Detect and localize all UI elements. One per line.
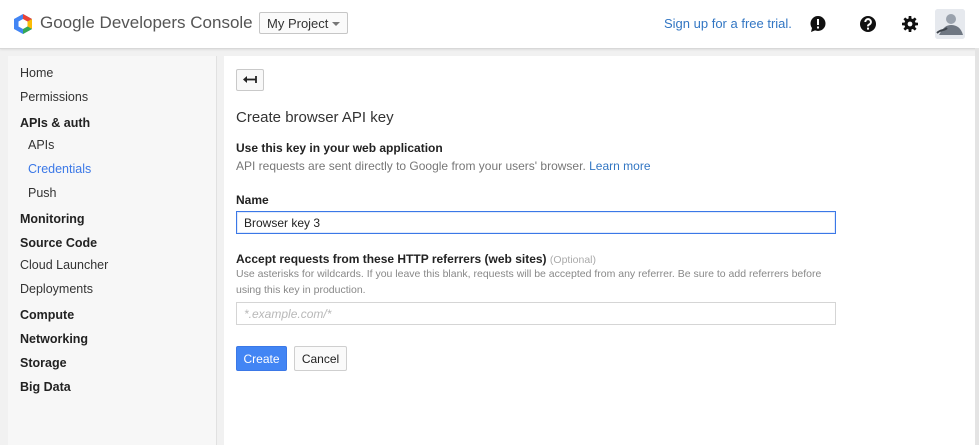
sidebar-item-permissions[interactable]: Permissions bbox=[20, 90, 88, 104]
sidebar-item-storage[interactable]: Storage bbox=[20, 356, 67, 370]
avatar-image-icon bbox=[935, 9, 965, 39]
section-description-text: API requests are sent directly to Google… bbox=[236, 159, 586, 173]
sidebar-item-home[interactable]: Home bbox=[20, 66, 53, 80]
sidebar-item-apis[interactable]: APIs bbox=[28, 138, 54, 152]
sidebar-item-apis-auth[interactable]: APIs & auth bbox=[20, 116, 90, 130]
top-header: Google Developers Console My Project Sig… bbox=[0, 0, 979, 49]
optional-tag: (Optional) bbox=[549, 254, 597, 266]
sidebar-item-credentials[interactable]: Credentials bbox=[28, 162, 91, 176]
sidebar-item-deployments[interactable]: Deployments bbox=[20, 282, 93, 296]
sidebar-item-source-code[interactable]: Source Code bbox=[20, 236, 97, 250]
create-button[interactable]: Create bbox=[236, 346, 287, 371]
settings-gear-icon[interactable] bbox=[901, 15, 919, 33]
sidebar-item-big-data[interactable]: Big Data bbox=[20, 380, 71, 394]
google-developers-logo-icon[interactable] bbox=[12, 13, 34, 35]
cancel-button[interactable]: Cancel bbox=[294, 346, 347, 371]
referrers-label: Accept requests from these HTTP referrer… bbox=[236, 252, 596, 266]
project-selector[interactable]: My Project bbox=[259, 12, 348, 34]
sidebar-item-cloud-launcher[interactable]: Cloud Launcher bbox=[20, 258, 108, 272]
section-heading: Use this key in your web application bbox=[236, 141, 443, 155]
name-input[interactable] bbox=[236, 211, 836, 234]
page-scrollbar[interactable] bbox=[975, 48, 979, 445]
learn-more-link[interactable]: Learn more bbox=[589, 159, 650, 173]
back-arrow-icon bbox=[243, 76, 257, 83]
project-selector-label: My Project bbox=[267, 16, 329, 31]
feedback-icon[interactable] bbox=[809, 15, 827, 33]
section-description: API requests are sent directly to Google… bbox=[236, 159, 651, 173]
main-content: Create browser API key Use this key in y… bbox=[224, 56, 975, 445]
free-trial-link[interactable]: Sign up for a free trial. bbox=[664, 16, 792, 31]
sidebar-item-monitoring[interactable]: Monitoring bbox=[20, 212, 85, 226]
sidebar-item-compute[interactable]: Compute bbox=[20, 308, 74, 322]
sidebar-nav: Home Permissions APIs & auth APIs Creden… bbox=[8, 56, 217, 445]
sidebar-item-push[interactable]: Push bbox=[28, 186, 57, 200]
console-brand-title[interactable]: Google Developers Console bbox=[40, 13, 253, 33]
chevron-down-icon bbox=[332, 22, 340, 26]
name-label: Name bbox=[236, 193, 269, 207]
referrers-help-text: Use asterisks for wildcards. If you leav… bbox=[236, 268, 822, 296]
sidebar-item-networking[interactable]: Networking bbox=[20, 332, 88, 346]
page-title: Create browser API key bbox=[236, 109, 394, 126]
back-button[interactable] bbox=[236, 69, 264, 91]
referrers-input[interactable] bbox=[236, 302, 836, 325]
referrers-label-text: Accept requests from these HTTP referrer… bbox=[236, 252, 547, 266]
help-icon[interactable] bbox=[859, 15, 877, 33]
user-avatar[interactable] bbox=[935, 9, 965, 39]
